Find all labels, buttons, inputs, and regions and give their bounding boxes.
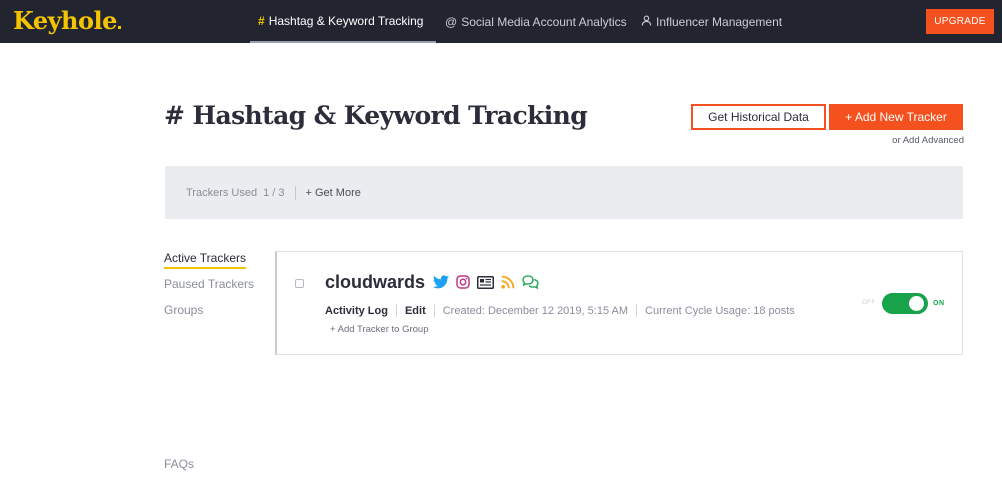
add-tracker-to-group-link[interactable]: + Add Tracker to Group [330,324,428,335]
toggle-on-label: ON [933,300,945,307]
add-advanced-link[interactable]: or Add Advanced [860,135,964,146]
keyhole-logo[interactable]: Keyhole [13,6,121,35]
divider [395,304,397,317]
faqs-link[interactable]: FAQs [164,457,194,471]
twitter-icon [433,275,449,289]
tracker-name[interactable]: cloudwards [325,272,425,293]
trackers-used-label: Trackers Used [186,186,258,199]
sidebar-item-groups[interactable]: Groups [164,303,203,317]
tab-social-media-analytics[interactable]: @ Social Media Account Analytics [437,0,635,43]
get-more-link[interactable]: + Get More [306,187,361,199]
created-date: Created: December 12 2019, 5:15 AM [442,304,629,317]
get-historical-data-button[interactable]: Get Historical Data [691,104,826,130]
divider [636,304,638,317]
toggle-knob [909,296,924,311]
tab-influencer-management[interactable]: Influencer Management [633,0,790,43]
tab-label: Influencer Management [656,14,783,29]
rss-icon [501,275,515,289]
tracker-active-toggle[interactable] [882,293,928,314]
trackers-used-count: 1 / 3 [263,186,285,199]
tracker-meta-row: Activity Log Edit Created: December 12 2… [325,304,795,317]
news-icon [477,275,494,289]
top-navbar: Keyhole # Hashtag & Keyword Tracking @ S… [0,0,1002,43]
sidebar-item-paused-trackers[interactable]: Paused Trackers [164,277,254,291]
hashtag-icon: # [258,13,265,28]
sidebar-item-active-trackers[interactable]: Active Trackers [164,251,247,269]
tracker-card: cloudwards Activity Log Edit Created: De… [275,251,963,355]
divider [433,304,435,317]
upgrade-button[interactable]: UPGRADE [926,9,994,34]
cycle-usage: Current Cycle Usage: 18 posts [645,304,795,317]
tab-label: Social Media Account Analytics [461,14,627,29]
forum-icon [522,275,539,289]
tab-label: Hashtag & Keyword Tracking [268,13,424,28]
toggle-off-label: OFF [862,300,876,306]
activity-log-link[interactable]: Activity Log [325,305,388,317]
add-new-tracker-button[interactable]: + Add New Tracker [829,104,963,130]
person-icon [641,15,652,29]
tracker-select-checkbox[interactable] [295,279,304,288]
platform-icons [433,275,539,289]
page-title: # Hashtag & Keyword Tracking [164,101,588,130]
edit-link[interactable]: Edit [405,305,426,317]
divider [294,185,296,200]
trackers-usage-bar: Trackers Used 1 / 3 + Get More [165,166,963,219]
tab-hashtag-keyword-tracking[interactable]: # Hashtag & Keyword Tracking [250,0,436,43]
at-icon: @ [445,14,458,29]
instagram-icon [456,275,470,289]
